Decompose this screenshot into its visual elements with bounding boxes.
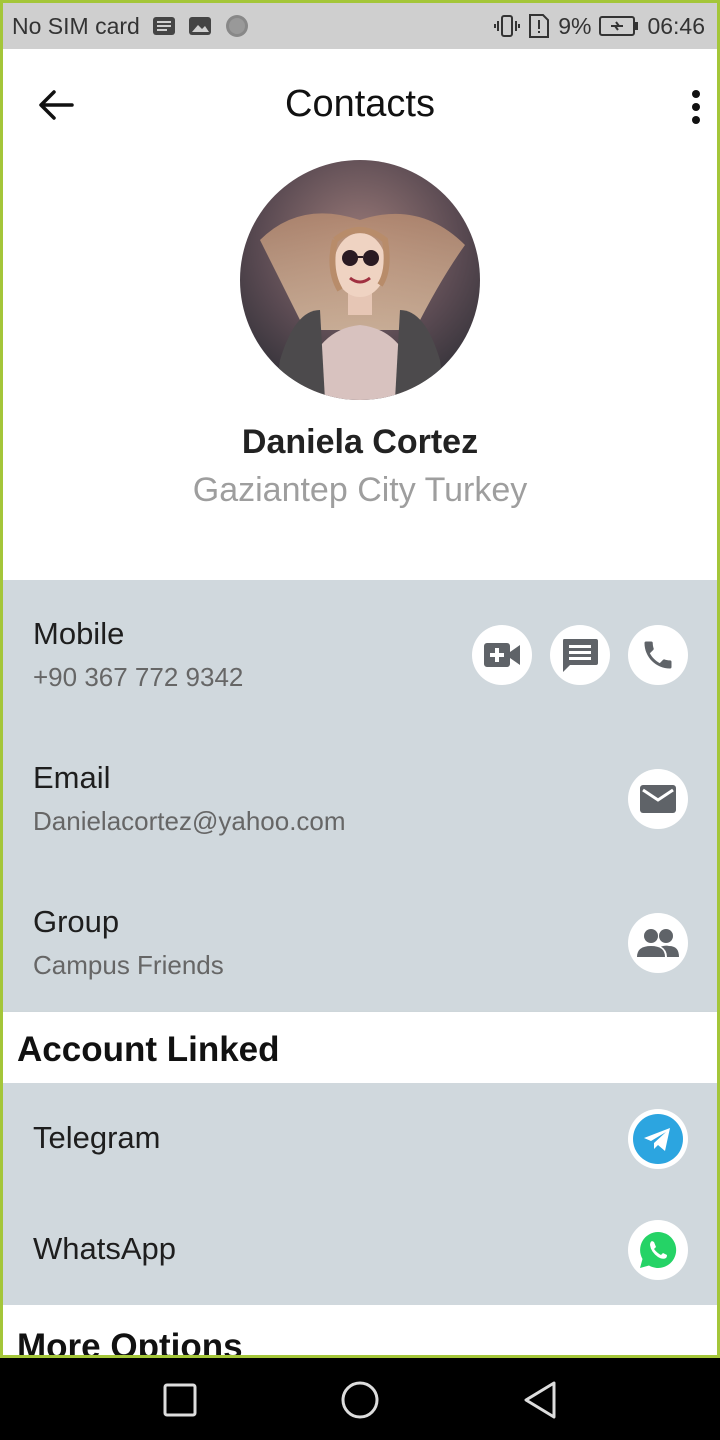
recent-apps-button[interactable] — [158, 1378, 202, 1422]
status-bar: No SIM card 9% 06:46 — [3, 3, 717, 49]
group-row: Group Campus Friends — [3, 868, 717, 1012]
mobile-label: Mobile — [33, 616, 125, 651]
more-options-heading: More Options — [17, 1327, 243, 1358]
telegram-icon — [633, 1114, 683, 1164]
contact-name: Daniela Cortez — [241, 423, 479, 461]
group-value[interactable]: Campus Friends — [33, 950, 224, 981]
telegram-button[interactable] — [628, 1109, 688, 1169]
phone-call-button[interactable] — [628, 625, 688, 685]
telegram-label: Telegram — [33, 1120, 161, 1155]
page-title: Contacts — [285, 83, 435, 125]
mail-icon — [640, 785, 676, 813]
people-icon — [637, 929, 679, 957]
email-label: Email — [33, 760, 111, 795]
whatsapp-label: WhatsApp — [33, 1231, 177, 1266]
linked-accounts-list: Telegram WhatsApp — [3, 1083, 717, 1305]
message-icon — [563, 639, 598, 672]
email-button[interactable] — [628, 769, 688, 829]
overflow-menu-button[interactable] — [681, 85, 711, 129]
phone-icon — [644, 641, 672, 669]
app-bar: Contacts — [3, 49, 717, 163]
group-button[interactable] — [628, 913, 688, 973]
image-icon — [188, 15, 212, 37]
system-navigation-bar — [0, 1358, 720, 1440]
whatsapp-button[interactable] — [628, 1220, 688, 1280]
more-options-header: More Options — [3, 1305, 717, 1358]
triangle-back-icon — [524, 1381, 556, 1419]
clock: 06:46 — [647, 12, 705, 39]
app-screen: No SIM card 9% 06:46 Contacts Daniela Co… — [0, 0, 720, 1358]
account-linked-header: Account Linked — [3, 1012, 717, 1083]
circle-icon — [341, 1381, 379, 1419]
video-call-button[interactable] — [472, 625, 532, 685]
group-label: Group — [33, 904, 120, 939]
whatsapp-icon — [640, 1231, 677, 1268]
home-button[interactable] — [338, 1378, 382, 1422]
circle-indicator-icon — [224, 13, 250, 39]
video-call-icon — [484, 643, 520, 667]
contact-info-section: Mobile +90 367 772 9342 Email Danielacor… — [3, 580, 717, 1012]
email-value[interactable]: Danielacortez@yahoo.com — [33, 806, 346, 837]
battery-percent: 9% — [558, 12, 592, 39]
more-vertical-icon — [692, 90, 700, 124]
contact-location: Gaziantep City Turkey — [192, 471, 528, 509]
message-button[interactable] — [550, 625, 610, 685]
avatar — [240, 160, 480, 400]
mobile-value[interactable]: +90 367 772 9342 — [33, 662, 243, 693]
account-linked-heading: Account Linked — [17, 1030, 280, 1069]
sim-alert-icon — [528, 13, 550, 39]
notification-icon — [152, 15, 176, 37]
telegram-row[interactable]: Telegram — [3, 1083, 717, 1194]
square-icon — [163, 1383, 197, 1417]
carrier-text: No SIM card — [12, 12, 140, 39]
back-nav-button[interactable] — [518, 1378, 562, 1422]
battery-charging-icon — [599, 15, 639, 37]
email-row: Email Danielacortez@yahoo.com — [3, 724, 717, 868]
vibrate-icon — [494, 14, 521, 38]
whatsapp-row[interactable]: WhatsApp — [3, 1194, 717, 1305]
mobile-row: Mobile +90 367 772 9342 — [3, 580, 717, 724]
